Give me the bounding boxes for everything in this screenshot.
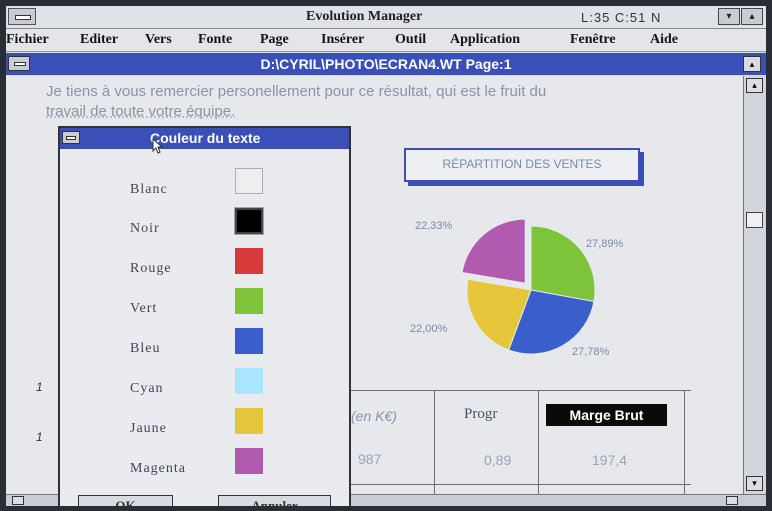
- color-swatch-magenta[interactable]: [235, 448, 263, 474]
- color-label-vert: Vert: [130, 301, 158, 316]
- chart-title: RÉPARTITION DES VENTES: [442, 157, 602, 171]
- mouse-cursor-icon: [152, 138, 164, 154]
- scroll-right-arrow-icon[interactable]: [726, 496, 738, 505]
- menu-fichier[interactable]: Fichier: [6, 32, 49, 48]
- color-swatch-jaune[interactable]: [235, 408, 263, 434]
- color-label-magenta: Magenta: [130, 461, 186, 476]
- table-cell-progr: 0,89: [484, 452, 512, 468]
- document-maximize-button[interactable]: ▴: [743, 56, 761, 72]
- color-swatch-noir[interactable]: [235, 208, 263, 234]
- dialog-menu-icon[interactable]: [62, 131, 80, 144]
- menu-editer[interactable]: Editer: [80, 32, 118, 48]
- pie-label-yellow: 22,00%: [410, 323, 448, 335]
- table-cell-marge: 197,4: [592, 452, 628, 468]
- document-title-bar: D:\CYRIL\PHOTO\ECRAN4.WT Page:1 ▴: [6, 53, 766, 75]
- body-text-line-2: travail de toute votre équipe.: [46, 103, 236, 120]
- pie-label-magenta: 22,33%: [415, 220, 453, 232]
- table-cell-value: 987: [358, 451, 382, 467]
- color-label-blanc: Blanc: [130, 182, 168, 197]
- table-line: [434, 390, 435, 494]
- menu-fenetre[interactable]: Fenêtre: [570, 32, 616, 48]
- menu-outil[interactable]: Outil: [395, 32, 426, 48]
- color-swatch-rouge[interactable]: [235, 248, 263, 274]
- color-swatch-cyan[interactable]: [235, 368, 263, 394]
- body-text-line-1: Je tiens à vous remercier personellement…: [46, 83, 547, 100]
- dialog-title-bar[interactable]: Couleur du texte: [60, 128, 349, 149]
- chart-title-box[interactable]: RÉPARTITION DES VENTES: [404, 148, 640, 182]
- menu-vers[interactable]: Vers: [145, 32, 172, 48]
- table-line: [684, 390, 685, 494]
- menu-bar: Fichier Editer Vers Fonte Page Insérer O…: [6, 29, 766, 52]
- table-header-marge-brut[interactable]: Marge Brut: [546, 404, 667, 426]
- vertical-scrollbar[interactable]: ▴ ▾: [743, 76, 766, 494]
- color-label-jaune: Jaune: [130, 421, 167, 436]
- dialog-title: Couleur du texte: [150, 130, 261, 146]
- screen: Evolution Manager L:35 C:51 N ▾ ▴ Fichie…: [6, 6, 766, 506]
- ok-button[interactable]: OK: [78, 495, 173, 506]
- color-swatch-vert[interactable]: [235, 288, 263, 314]
- app-title: Evolution Manager: [306, 9, 423, 24]
- text-color-dialog: Couleur du texte Blanc Noir Rouge Vert B…: [58, 126, 351, 506]
- body-text: Je tiens à vous remercier personellement…: [46, 82, 736, 122]
- menu-fonte[interactable]: Fonte: [198, 32, 232, 48]
- pie-slice-magenta[interactable]: [461, 218, 526, 284]
- margin-mark: 1: [36, 430, 43, 444]
- system-menu-icon[interactable]: [8, 8, 36, 25]
- pie-chart[interactable]: [446, 212, 616, 362]
- menu-aide[interactable]: Aide: [650, 32, 678, 48]
- app-title-bar: Evolution Manager L:35 C:51 N ▾ ▴: [6, 6, 766, 29]
- table-line: [341, 484, 691, 485]
- pie-label-green: 27,89%: [586, 238, 624, 250]
- menu-application[interactable]: Application: [450, 32, 520, 48]
- scroll-left-arrow-icon[interactable]: [12, 496, 24, 505]
- color-label-rouge: Rouge: [130, 261, 172, 276]
- menu-inserer[interactable]: Insérer: [321, 32, 364, 48]
- color-swatch-blanc[interactable]: [235, 168, 263, 194]
- menu-page[interactable]: Page: [260, 32, 289, 48]
- scroll-thumb[interactable]: [746, 212, 763, 228]
- pie-label-blue: 27,78%: [572, 346, 610, 358]
- table-header-unit: (en K€): [351, 408, 397, 424]
- table-line: [538, 390, 539, 494]
- maximize-button[interactable]: ▴: [741, 8, 763, 25]
- color-label-noir: Noir: [130, 221, 160, 236]
- cursor-status: L:35 C:51 N: [581, 10, 662, 25]
- cancel-button[interactable]: Annuler: [218, 495, 331, 506]
- color-label-bleu: Bleu: [130, 341, 161, 356]
- color-swatch-bleu[interactable]: [235, 328, 263, 354]
- table-line: [341, 390, 691, 391]
- document-title: D:\CYRIL\PHOTO\ECRAN4.WT Page:1: [260, 56, 512, 72]
- table-header-progr: Progr: [464, 406, 498, 422]
- scroll-up-arrow-icon[interactable]: ▴: [746, 78, 763, 93]
- color-label-cyan: Cyan: [130, 381, 164, 396]
- scroll-down-arrow-icon[interactable]: ▾: [746, 476, 763, 491]
- margin-mark: 1: [36, 380, 43, 394]
- minimize-button[interactable]: ▾: [718, 8, 740, 25]
